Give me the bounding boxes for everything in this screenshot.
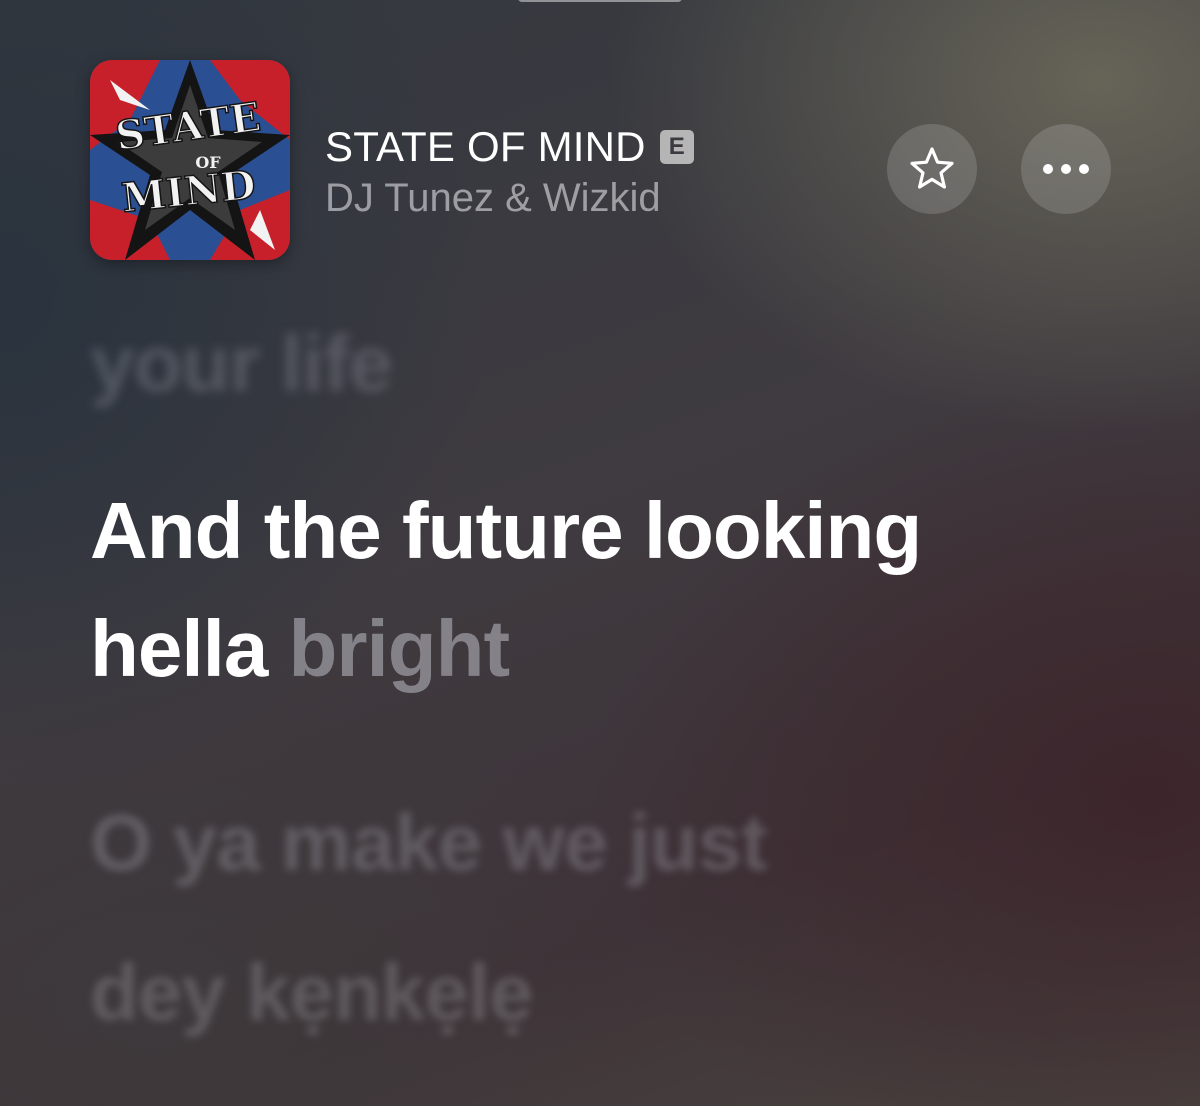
lyric-line-current-continued[interactable]: hella bright (90, 603, 511, 695)
sheet-grabber[interactable] (518, 0, 682, 2)
track-artist[interactable]: DJ Tunez & Wizkid (325, 176, 845, 221)
lyric-line-next-2[interactable]: dey kẹnkẹlẹ (90, 947, 534, 1039)
track-title-row: STATE OF MIND E (325, 122, 845, 172)
track-info[interactable]: STATE OF MIND E DJ Tunez & Wizkid (325, 122, 845, 221)
lyric-unsung-word: bright (288, 604, 511, 693)
track-title: STATE OF MIND (325, 123, 646, 170)
favorite-button[interactable] (887, 124, 977, 214)
lyric-sung-word: hella (90, 604, 268, 693)
lyric-line-next[interactable]: O ya make we just (90, 797, 768, 889)
explicit-badge: E (659, 130, 694, 164)
album-artwork[interactable]: STATE OF MIND (90, 60, 290, 260)
lyric-line-previous[interactable]: your life (90, 318, 393, 410)
album-artwork-image: STATE OF MIND (90, 60, 290, 260)
more-options-button[interactable] (1021, 124, 1111, 214)
star-icon (910, 147, 954, 189)
ellipsis-icon (1043, 164, 1089, 174)
lyric-line-current[interactable]: And the future looking (90, 485, 922, 577)
